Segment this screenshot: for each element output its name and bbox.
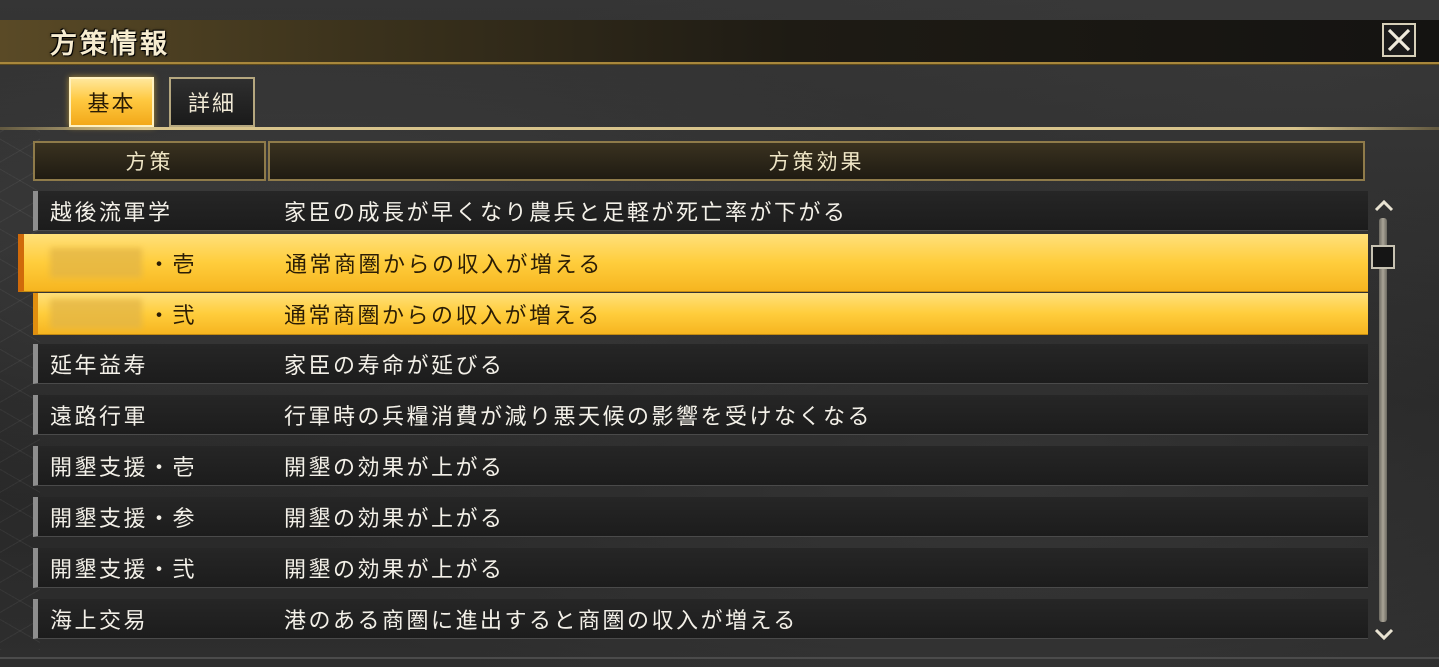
- redacted-name: [50, 298, 142, 329]
- policy-effect: 通常商圏からの収入が増える: [285, 252, 603, 278]
- policy-effect: 開墾の効果が上がる: [284, 455, 505, 481]
- policy-name: 海上交易: [50, 608, 149, 634]
- tab-divider: [0, 127, 1439, 130]
- policy-name-cell: ・弐: [50, 293, 197, 334]
- table-row[interactable]: 開墾支援・参 開墾の効果が上がる: [33, 497, 1368, 537]
- bottom-divider: [0, 657, 1439, 659]
- policy-effect: 開墾の効果が上がる: [284, 557, 505, 583]
- table-row[interactable]: 越後流軍学 家臣の成長が早くなり農兵と足軽が死亡率が下がる: [33, 191, 1368, 231]
- column-header-effect[interactable]: 方策効果: [268, 141, 1365, 181]
- table-row[interactable]: 遠路行軍 行軍時の兵糧消費が減り悪天候の影響を受けなくなる: [33, 395, 1368, 435]
- table-row[interactable]: ・弐 通常商圏からの収入が増える: [33, 293, 1368, 335]
- chevron-down-icon[interactable]: [1373, 626, 1395, 642]
- table-row[interactable]: 開墾支援・壱 開墾の効果が上がる: [33, 446, 1368, 486]
- policy-name: 開墾支援・弐: [50, 557, 198, 583]
- table-row[interactable]: ・壱 通常商圏からの収入が増える: [18, 234, 1368, 292]
- policy-name: 開墾支援・壱: [50, 455, 198, 481]
- policy-effect: 家臣の成長が早くなり農兵と足軽が死亡率が下がる: [284, 200, 848, 226]
- scrollbar-thumb[interactable]: [1371, 245, 1395, 269]
- policy-name: 遠路行軍: [50, 404, 149, 430]
- policy-name-cell: ・壱: [50, 234, 197, 291]
- table-row[interactable]: 延年益寿 家臣の寿命が延びる: [33, 344, 1368, 384]
- column-header-policy[interactable]: 方策: [33, 141, 266, 181]
- policy-name: 開墾支援・参: [50, 506, 198, 532]
- table-row[interactable]: 海上交易 港のある商圏に進出すると商圏の収入が増える: [33, 599, 1368, 639]
- policy-effect: 通常商圏からの収入が増える: [284, 303, 602, 329]
- policy-effect: 家臣の寿命が延びる: [284, 353, 505, 379]
- tab-details[interactable]: 詳細: [169, 77, 255, 127]
- policy-name: 越後流軍学: [50, 200, 173, 226]
- policy-effect: 行軍時の兵糧消費が減り悪天候の影響を受けなくなる: [284, 404, 873, 430]
- title-bar: 方策情報: [0, 20, 1439, 64]
- table-row[interactable]: 開墾支援・弐 開墾の効果が上がる: [33, 548, 1368, 588]
- chevron-up-icon[interactable]: [1373, 198, 1395, 214]
- close-icon: [1387, 28, 1411, 52]
- scrollbar-track[interactable]: [1379, 218, 1387, 622]
- tab-basic[interactable]: 基本: [69, 77, 154, 127]
- policy-effect: 港のある商圏に進出すると商圏の収入が増える: [284, 608, 798, 634]
- policy-effect: 開墾の効果が上がる: [284, 506, 505, 532]
- policy-name: 延年益寿: [50, 353, 149, 379]
- policy-name: ・壱: [148, 252, 198, 278]
- policy-name: ・弐: [148, 303, 198, 329]
- close-button[interactable]: [1382, 23, 1416, 57]
- redacted-name: [50, 247, 142, 278]
- window-title: 方策情報: [50, 29, 170, 60]
